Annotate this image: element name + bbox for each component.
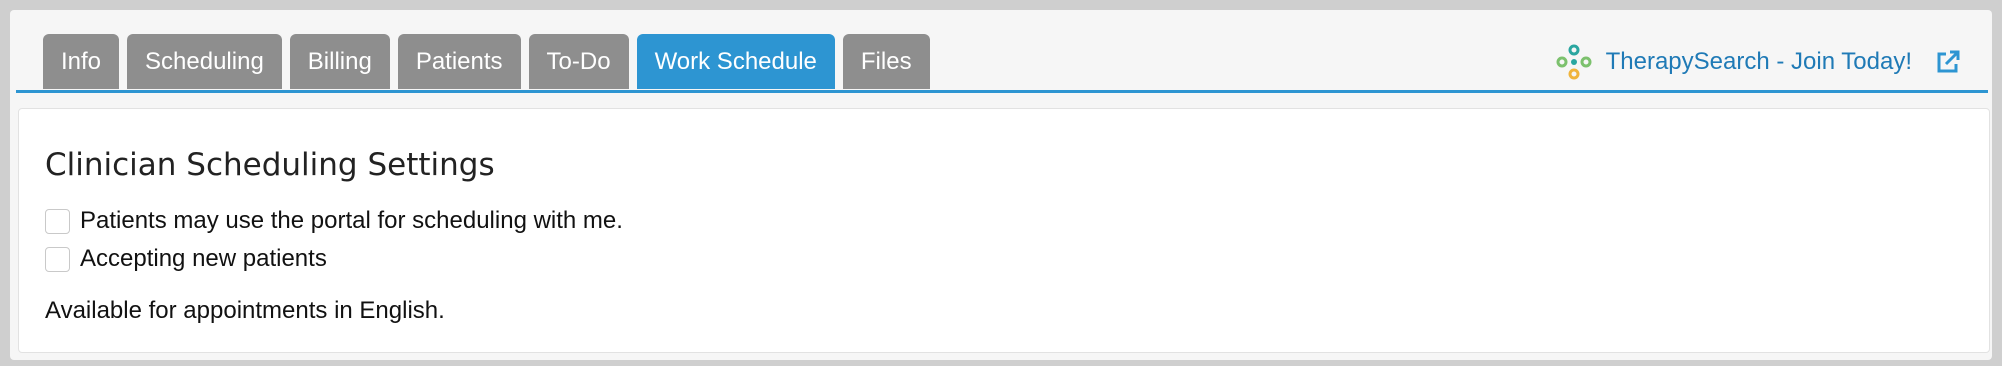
tab-list: Info Scheduling Billing Patients To-Do W… <box>43 34 930 89</box>
accepting-patients-option: Accepting new patients <box>45 245 327 273</box>
therapysearch-logo-icon <box>1556 44 1592 80</box>
tab-info[interactable]: Info <box>43 34 120 89</box>
tab-files[interactable]: Files <box>842 34 930 89</box>
therapysearch-label: TherapySearch - Join Today! <box>1605 48 1912 75</box>
tab-todo[interactable]: To-Do <box>528 34 629 89</box>
app-frame: Info Scheduling Billing Patients To-Do W… <box>10 10 1992 360</box>
tab-bar: Info Scheduling Billing Patients To-Do W… <box>16 22 1988 93</box>
external-link-icon[interactable] <box>1934 48 1962 76</box>
portal-scheduling-checkbox[interactable] <box>45 208 70 234</box>
therapysearch-link[interactable]: TherapySearch - Join Today! <box>1556 42 1962 82</box>
tab-billing[interactable]: Billing <box>289 34 390 89</box>
accepting-patients-checkbox[interactable] <box>45 246 70 272</box>
tab-patients[interactable]: Patients <box>397 34 521 89</box>
accepting-patients-label: Accepting new patients <box>80 245 327 272</box>
portal-scheduling-label: Patients may use the portal for scheduli… <box>80 207 623 234</box>
availability-text: Available for appointments in English. <box>45 297 445 324</box>
panel-title: Clinician Scheduling Settings <box>45 147 495 183</box>
scheduling-settings-panel: Clinician Scheduling Settings Patients m… <box>18 108 1990 353</box>
portal-scheduling-option: Patients may use the portal for scheduli… <box>45 207 623 235</box>
tab-scheduling[interactable]: Scheduling <box>127 34 282 89</box>
tab-work-schedule[interactable]: Work Schedule <box>636 34 835 89</box>
